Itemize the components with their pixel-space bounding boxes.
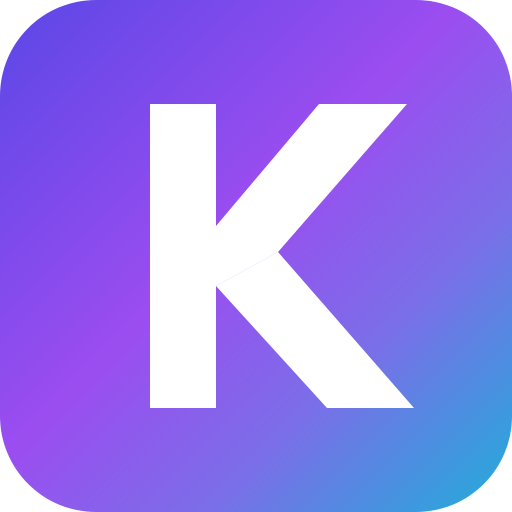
letter-k-stem	[150, 104, 216, 408]
app-icon-graphic	[150, 104, 414, 408]
app-icon	[0, 0, 512, 512]
letter-k-glyph	[150, 104, 414, 408]
letter-k-upper-arm	[216, 104, 407, 286]
letter-k-lower-leg	[216, 252, 414, 408]
